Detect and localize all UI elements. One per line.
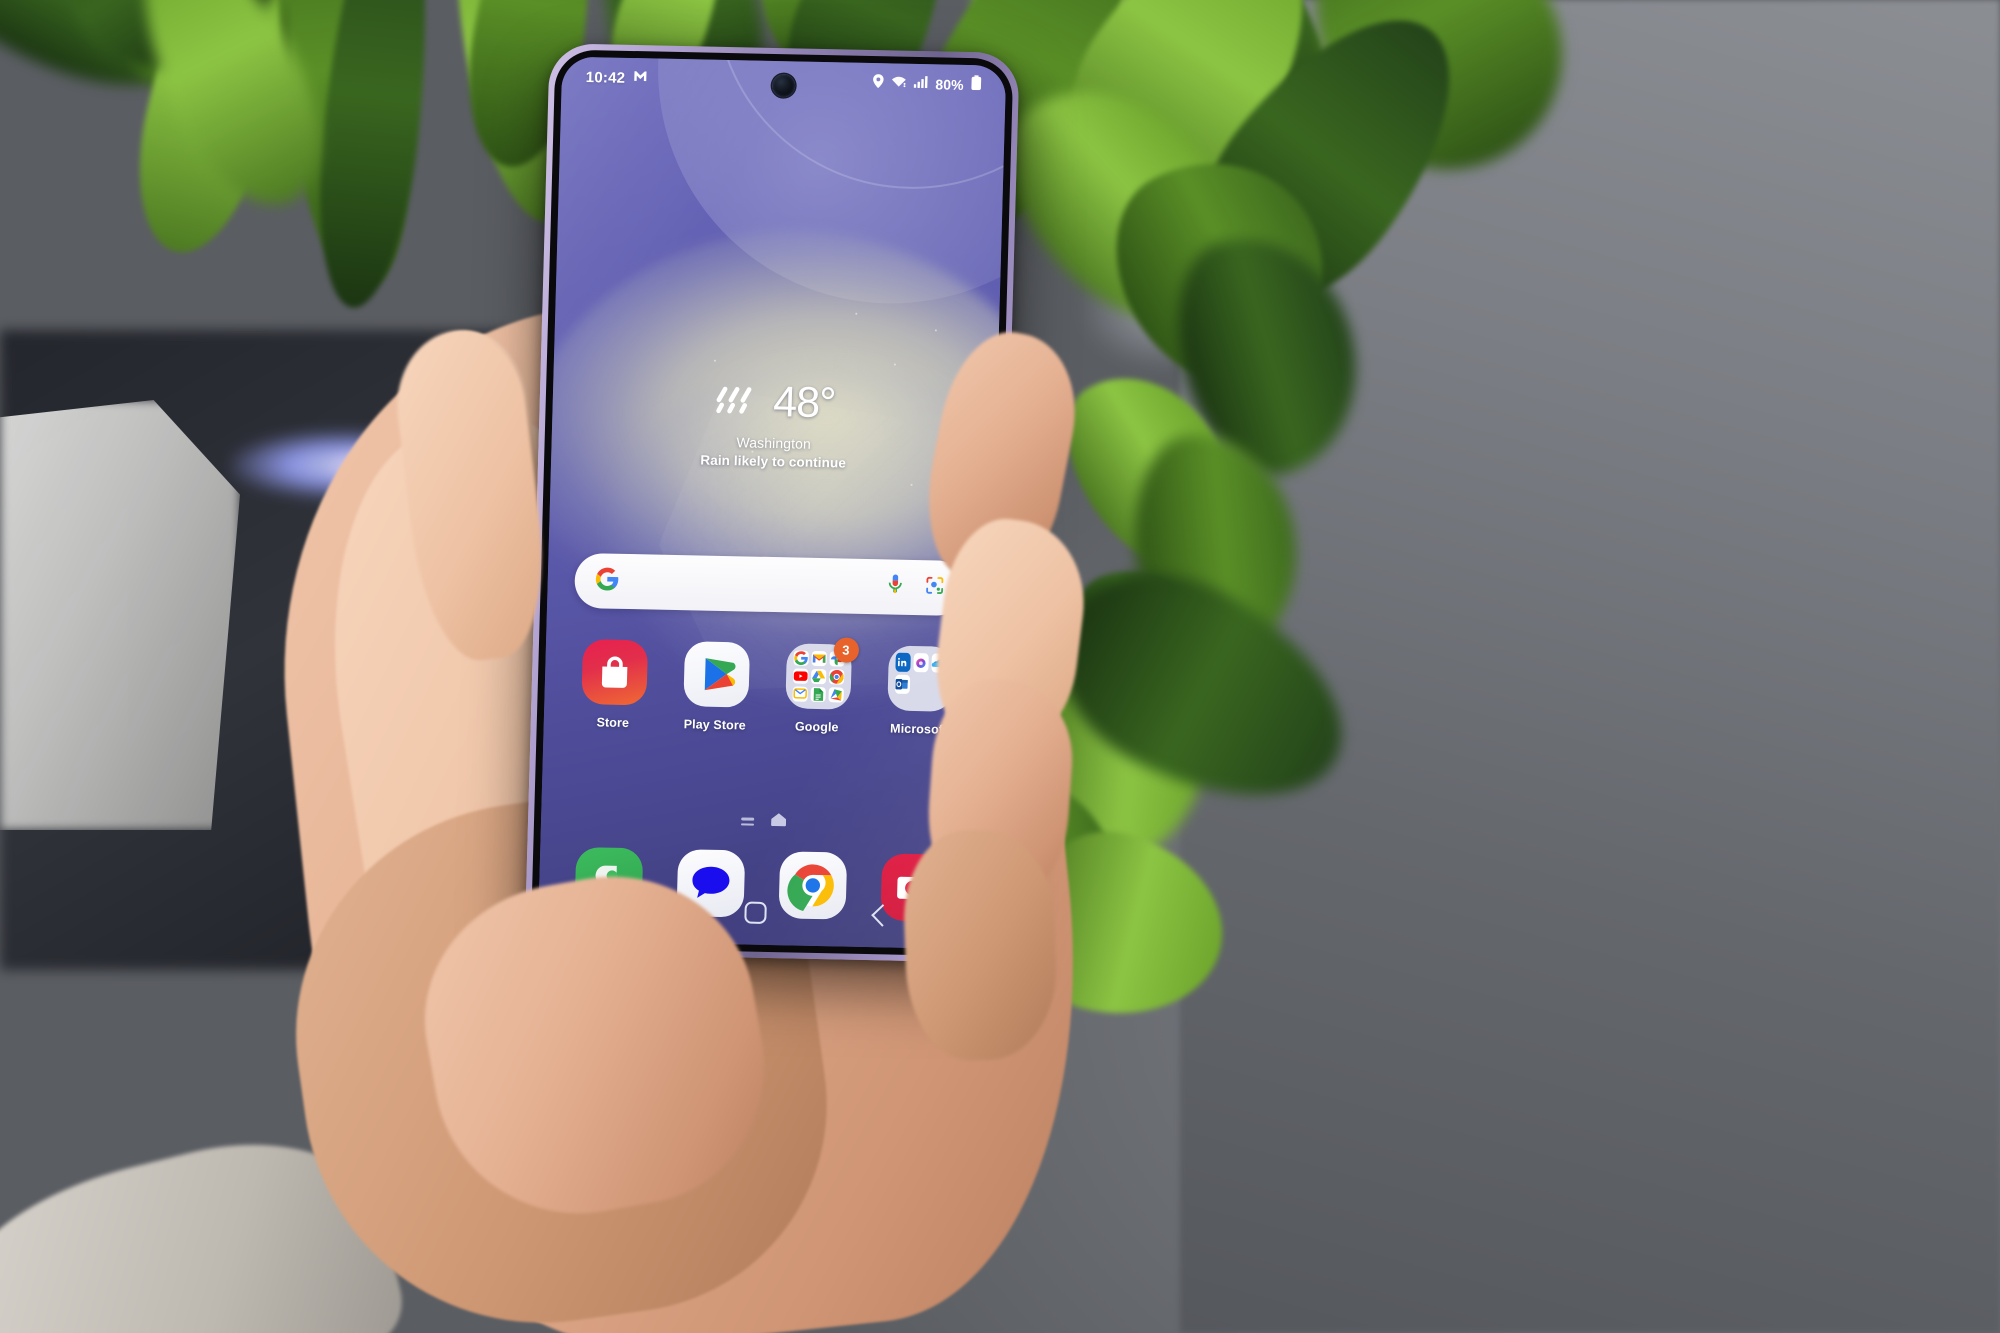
app-label: Play Store xyxy=(683,717,747,733)
photo-scene: 10:42 80% 48° Washington Rain likely to … xyxy=(0,0,2000,1333)
weather-temperature: 48° xyxy=(772,378,836,428)
mini-outlook-icon xyxy=(894,674,910,695)
rain-icon xyxy=(714,384,761,420)
google-play-icon xyxy=(682,641,750,708)
mini-docs-icon xyxy=(809,686,826,703)
apps-list-icon[interactable] xyxy=(740,817,754,826)
mini-messages-icon xyxy=(791,686,808,702)
mini-copilot-icon xyxy=(912,652,929,673)
galaxy-store-icon xyxy=(580,639,648,706)
microphone-icon[interactable] xyxy=(886,573,904,600)
wifi-icon xyxy=(890,74,906,92)
home-page-icon[interactable] xyxy=(770,813,786,831)
battery-icon xyxy=(970,75,982,95)
mini-drive-icon xyxy=(810,668,826,685)
background-light-stripe xyxy=(0,400,240,830)
home-icon[interactable] xyxy=(743,901,767,924)
app-grid: Store Play Store 3 Google Microsoft xyxy=(562,637,972,738)
mini-linkedin-icon xyxy=(894,652,911,673)
app-label: Store xyxy=(596,715,630,731)
app-label: Google xyxy=(794,719,839,735)
little-finger xyxy=(901,827,1059,1063)
folder-badge: 3 xyxy=(833,637,859,663)
signal-icon xyxy=(913,75,928,93)
search-input[interactable] xyxy=(620,581,887,587)
battery-percent: 80% xyxy=(935,76,964,93)
google-g-icon xyxy=(594,566,620,597)
app-store[interactable]: Store xyxy=(567,639,661,731)
back-icon[interactable] xyxy=(869,902,896,929)
mini-chrome-icon xyxy=(828,669,844,685)
app-play-store[interactable]: Play Store xyxy=(669,641,763,733)
mini-google-icon xyxy=(792,650,809,666)
weather-widget[interactable]: 48° Washington Rain likely to continue xyxy=(551,376,997,473)
status-time: 10:42 xyxy=(585,68,626,87)
folder-google[interactable]: 3 Google xyxy=(771,637,865,735)
gmail-notification-icon xyxy=(633,69,648,87)
google-search-bar[interactable] xyxy=(573,552,966,617)
mini-maps-icon xyxy=(827,687,844,703)
google-lens-icon[interactable] xyxy=(924,575,945,600)
location-icon xyxy=(872,73,884,93)
mini-gmail-icon xyxy=(810,650,827,667)
mini-youtube-icon xyxy=(792,668,808,684)
